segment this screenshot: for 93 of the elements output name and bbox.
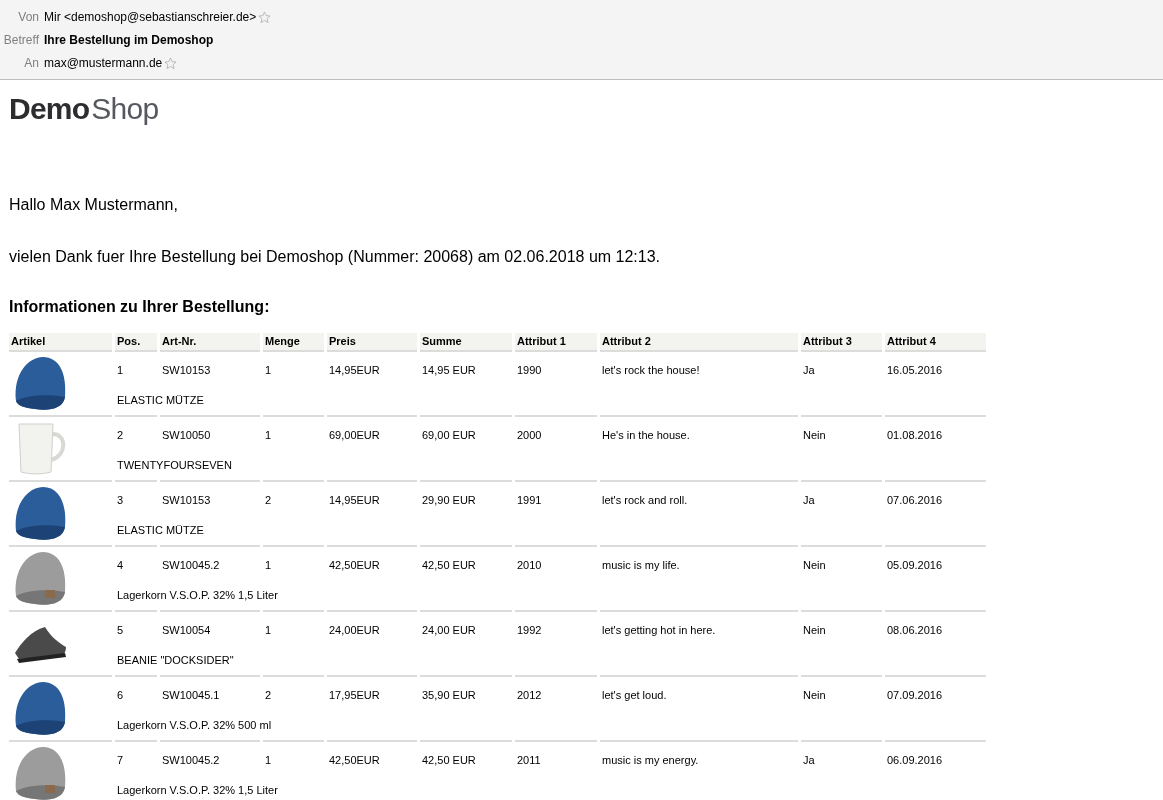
table-cell-text: 05.09.2016: [886, 557, 944, 573]
table-cell-text: 5: [116, 622, 125, 638]
table-cell-text: 1: [116, 362, 125, 378]
table-cell-text: 16.05.2016: [886, 362, 944, 378]
table-cell-text: 42,50 EUR: [421, 752, 477, 768]
table-cell-text: Nein: [802, 622, 827, 638]
table-cell-text: Ja: [802, 362, 816, 378]
intro-text: vielen Dank fuer Ihre Bestellung bei Demoshop (Nummer: 20068) am 02.06.2018 um 12:13.: [9, 247, 662, 267]
table-cell-text: 1990: [516, 362, 543, 378]
product-name: Lagerkorn V.S.O.P. 32% 1,5 Liter: [117, 782, 278, 798]
table-cell-text: 01.08.2016: [886, 427, 944, 443]
table-cell-text: 1: [264, 752, 273, 768]
table-cell-text: let's get loud.: [601, 687, 668, 703]
product-name: Lagerkorn V.S.O.P. 32% 500 ml: [117, 717, 272, 733]
table-cell-text: 29,90 EUR: [421, 492, 477, 508]
table-cell-text: Nein: [802, 687, 827, 703]
table-cell-text: SW10045.2: [161, 752, 221, 768]
table-cell-text: SW10045.2: [161, 557, 221, 573]
table-cell-text: 3: [116, 492, 125, 508]
table-cell-text: SW10153: [161, 492, 212, 508]
table-cell-text: 2011: [516, 752, 542, 768]
column-header: Pos.: [115, 333, 157, 352]
table-cell-text: let's rock the house!: [601, 362, 701, 378]
column-header: Attribut 4: [885, 333, 986, 352]
table-cell-text: 07.09.2016: [886, 687, 944, 703]
table-cell-text: 4: [116, 557, 125, 573]
table-cell-text: 2000: [516, 427, 543, 443]
column-header: Summe: [420, 333, 512, 352]
table-cell-text: 7: [116, 752, 125, 768]
table-cell-text: let's getting hot in here.: [601, 622, 717, 638]
product-name: ELASTIC MÜTZE: [117, 522, 204, 538]
table-cell-text: 24,00EUR: [328, 622, 381, 638]
table-cell-text: 14,95EUR: [328, 492, 381, 508]
table-cell-text: music is my energy.: [601, 752, 700, 768]
star-icon[interactable]: [258, 10, 272, 24]
table-cell-text: 1: [264, 622, 273, 638]
table-cell-text: Ja: [802, 492, 816, 508]
table-cell-text: 2: [264, 492, 273, 508]
table-cell-text: music is my life.: [601, 557, 681, 573]
table-cell-text: He's in the house.: [601, 427, 691, 443]
table-cell-text: 1: [264, 427, 273, 443]
table-cell-text: 42,50EUR: [328, 752, 381, 768]
field-label: An: [23, 55, 40, 72]
table-cell-text: 1991: [516, 492, 543, 508]
table-cell-text: 07.06.2016: [886, 492, 944, 508]
table-cell-text: 1: [264, 362, 273, 378]
table-cell-text: Nein: [802, 427, 827, 443]
column-header: Attribut 2: [600, 333, 798, 352]
table-cell-text: 2012: [516, 687, 543, 703]
table-cell-text: 1992: [516, 622, 543, 638]
table-cell-text: 69,00EUR: [328, 427, 381, 443]
table-cell-text: 2: [264, 687, 273, 703]
product-name: Lagerkorn V.S.O.P. 32% 1,5 Liter: [117, 587, 278, 603]
logo-text: Shop: [91, 91, 159, 127]
table-cell-text: 08.06.2016: [886, 622, 944, 638]
table-cell-text: SW10054: [161, 622, 212, 638]
field-value: Mir <demoshop@sebastianschreier.de>: [44, 9, 257, 26]
column-header: Attribut 1: [515, 333, 597, 352]
greeting: Hallo Max Mustermann,: [9, 195, 179, 215]
product-name: TWENTYFOURSEVEN: [117, 457, 232, 473]
column-header: Preis: [327, 333, 417, 352]
star-icon[interactable]: [164, 56, 178, 70]
logo-text: Demo: [9, 91, 90, 127]
table-cell-text: SW10045.1: [161, 687, 221, 703]
field-label: Betreff: [2, 32, 40, 49]
table-cell-text: 2: [116, 427, 125, 443]
table-cell-text: 24,00 EUR: [421, 622, 477, 638]
table-cell-text: Ja: [802, 752, 816, 768]
table-cell-text: 14,95EUR: [328, 362, 381, 378]
product-name: BEANIE "DOCKSIDER": [117, 652, 234, 668]
column-header: Attribut 3: [801, 333, 882, 352]
table-cell-text: 17,95EUR: [328, 687, 381, 703]
table-cell-text: 2010: [516, 557, 543, 573]
table-cell-text: 42,50 EUR: [421, 557, 477, 573]
table-cell-text: 69,00 EUR: [421, 427, 477, 443]
table-cell-text: Nein: [802, 557, 827, 573]
table-cell-text: 6: [116, 687, 125, 703]
table-cell-text: 35,90 EUR: [421, 687, 477, 703]
field-label: Von: [17, 9, 40, 26]
table-cell-text: let's rock and roll.: [601, 492, 689, 508]
section-title: Informationen zu Ihrer Bestellung:: [9, 297, 271, 317]
column-header: Art-Nr.: [160, 333, 260, 352]
column-header: Artikel: [9, 333, 112, 352]
field-value: max@mustermann.de: [44, 55, 163, 72]
field-value: Ihre Bestellung im Demoshop: [44, 32, 214, 49]
table-cell-text: 14,95 EUR: [421, 362, 477, 378]
table-cell-text: 1: [264, 557, 273, 573]
product-name: ELASTIC MÜTZE: [117, 392, 204, 408]
column-header: Menge: [263, 333, 324, 352]
table-cell-text: SW10050: [161, 427, 212, 443]
table-cell-text: SW10153: [161, 362, 212, 378]
table-cell-text: 42,50EUR: [328, 557, 381, 573]
table-cell-text: 06.09.2016: [886, 752, 944, 768]
